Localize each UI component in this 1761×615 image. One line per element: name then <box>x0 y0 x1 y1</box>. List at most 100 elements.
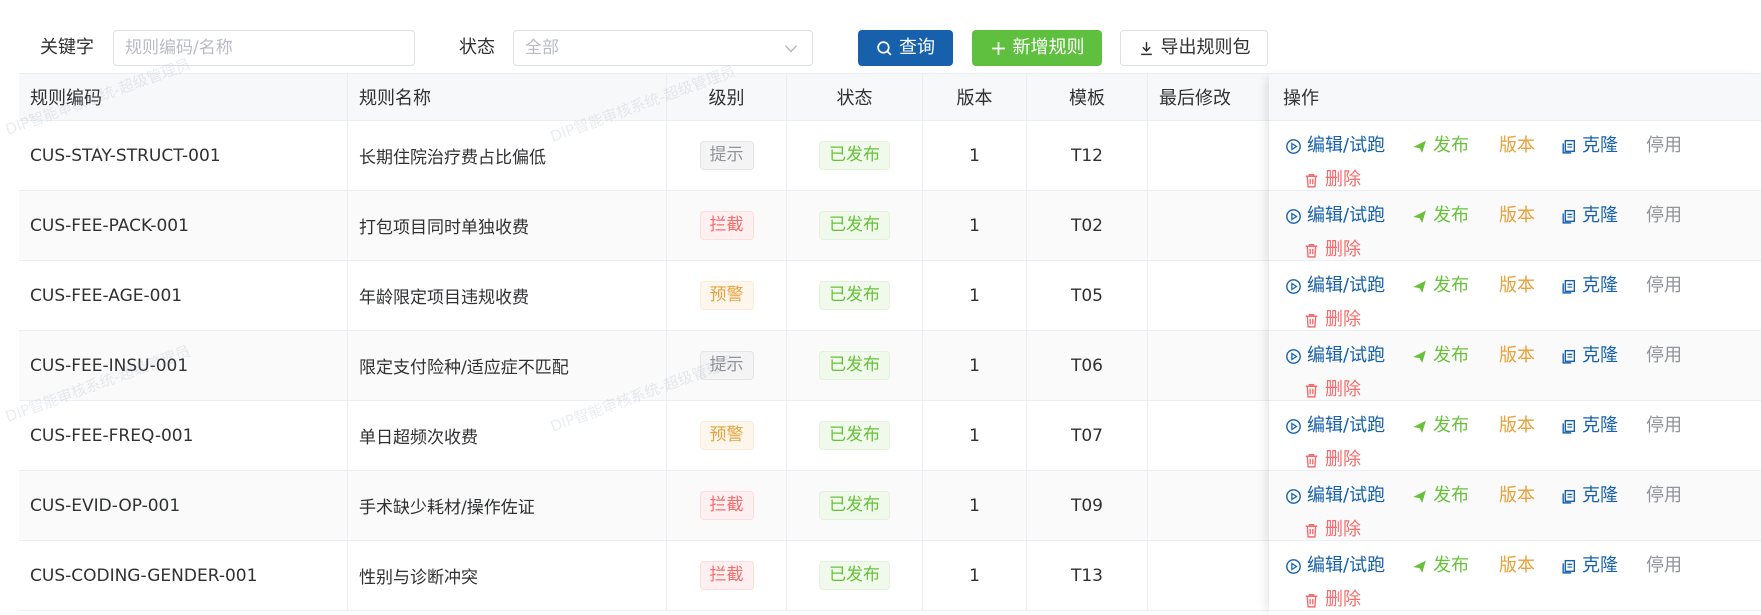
edit-trial-label: 编辑/试跑 <box>1307 345 1386 366</box>
version-link[interactable]: 版本 <box>1499 135 1535 157</box>
disable-link[interactable]: 停用 <box>1646 205 1682 227</box>
version-cell: 1 <box>923 331 1027 400</box>
level-badge: 拦截 <box>699 491 754 520</box>
operations-row: 编辑/试跑 发布 版本 克隆 停用删除 <box>1269 191 1761 261</box>
delete-link[interactable]: 删除 <box>1303 169 1361 191</box>
status-cell: 已发布 <box>787 541 923 610</box>
version-link[interactable]: 版本 <box>1499 345 1535 367</box>
last-modified-cell <box>1148 121 1288 190</box>
disable-label: 停用 <box>1646 555 1682 576</box>
level-cell: 拦截 <box>667 541 787 610</box>
clone-link[interactable]: 克隆 <box>1560 485 1618 507</box>
status-select[interactable]: 全部 <box>513 30 813 66</box>
search-icon <box>877 40 892 55</box>
keyword-input[interactable]: 规则编码/名称 <box>113 30 415 66</box>
disable-link[interactable]: 停用 <box>1646 485 1682 507</box>
send-icon <box>1413 280 1426 293</box>
version-link[interactable]: 版本 <box>1499 275 1535 297</box>
edit-trial-label: 编辑/试跑 <box>1307 135 1386 156</box>
level-cell: 预警 <box>667 401 787 470</box>
edit-trial-link[interactable]: 编辑/试跑 <box>1285 485 1385 507</box>
publish-label: 发布 <box>1433 415 1469 436</box>
rule-name-cell: 长期住院治疗费占比偏低 <box>348 121 667 190</box>
delete-link[interactable]: 删除 <box>1303 309 1361 331</box>
status-badge: 已发布 <box>819 211 890 240</box>
column-header-version[interactable]: 版本 <box>923 74 1027 120</box>
column-header-code[interactable]: 规则编码 <box>19 74 348 120</box>
edit-trial-link[interactable]: 编辑/试跑 <box>1285 275 1385 297</box>
column-header-name[interactable]: 规则名称 <box>348 74 667 120</box>
trash-icon <box>1305 313 1318 328</box>
send-icon <box>1413 560 1426 573</box>
publish-link[interactable]: 发布 <box>1411 485 1469 507</box>
clone-link[interactable]: 克隆 <box>1560 275 1618 297</box>
template-cell: T09 <box>1027 471 1148 540</box>
export-rule-package-button[interactable]: 导出规则包 <box>1120 30 1268 66</box>
publish-link[interactable]: 发布 <box>1411 205 1469 227</box>
edit-trial-link[interactable]: 编辑/试跑 <box>1285 135 1385 157</box>
version-cell: 1 <box>923 471 1027 540</box>
version-link[interactable]: 版本 <box>1499 485 1535 507</box>
operations-row: 编辑/试跑 发布 版本 克隆 停用删除 <box>1269 401 1761 471</box>
disable-label: 停用 <box>1646 485 1682 506</box>
send-icon <box>1413 140 1426 153</box>
column-header-level[interactable]: 级别 <box>667 74 787 120</box>
disable-link[interactable]: 停用 <box>1646 275 1682 297</box>
level-cell: 拦截 <box>667 471 787 540</box>
column-header-template[interactable]: 模板 <box>1027 74 1148 120</box>
version-cell: 1 <box>923 541 1027 610</box>
rule-name-cell: 年龄限定项目违规收费 <box>348 261 667 330</box>
add-rule-button-label: 新增规则 <box>1012 37 1085 58</box>
edit-trial-link[interactable]: 编辑/试跑 <box>1285 345 1385 367</box>
edit-trial-link[interactable]: 编辑/试跑 <box>1285 415 1385 437</box>
publish-link[interactable]: 发布 <box>1411 135 1469 157</box>
delete-link[interactable]: 删除 <box>1303 449 1361 471</box>
delete-label: 删除 <box>1325 449 1361 470</box>
column-header-last-modified[interactable]: 最后修改 <box>1148 74 1288 120</box>
clone-link[interactable]: 克隆 <box>1560 415 1618 437</box>
version-link[interactable]: 版本 <box>1499 205 1535 227</box>
clone-link[interactable]: 克隆 <box>1560 135 1618 157</box>
level-badge: 提示 <box>699 351 754 380</box>
clone-link[interactable]: 克隆 <box>1560 205 1618 227</box>
edit-trial-link[interactable]: 编辑/试跑 <box>1285 555 1385 577</box>
last-modified-cell <box>1148 331 1288 400</box>
rule-code-cell: CUS-FEE-FREQ-001 <box>19 401 348 470</box>
template-cell: T05 <box>1027 261 1148 330</box>
trash-icon <box>1305 453 1318 468</box>
clone-link[interactable]: 克隆 <box>1560 555 1618 577</box>
search-button[interactable]: 查询 <box>858 30 953 66</box>
status-badge: 已发布 <box>819 351 890 380</box>
publish-link[interactable]: 发布 <box>1411 275 1469 297</box>
last-modified-cell <box>1148 191 1288 260</box>
delete-link[interactable]: 删除 <box>1303 379 1361 401</box>
delete-link[interactable]: 删除 <box>1303 589 1361 611</box>
edit-trial-link[interactable]: 编辑/试跑 <box>1285 205 1385 227</box>
publish-label: 发布 <box>1433 485 1469 506</box>
filter-toolbar: 关键字 规则编码/名称 状态 全部 查询 新增规则 导出规则包 <box>0 0 1761 72</box>
plus-icon <box>991 41 1005 55</box>
publish-link[interactable]: 发布 <box>1411 415 1469 437</box>
add-rule-button[interactable]: 新增规则 <box>972 30 1102 66</box>
disable-link[interactable]: 停用 <box>1646 345 1682 367</box>
disable-link[interactable]: 停用 <box>1646 555 1682 577</box>
version-label: 版本 <box>1499 555 1535 576</box>
delete-link[interactable]: 删除 <box>1303 239 1361 261</box>
publish-label: 发布 <box>1433 205 1469 226</box>
status-cell: 已发布 <box>787 121 923 190</box>
publish-link[interactable]: 发布 <box>1411 345 1469 367</box>
send-icon <box>1413 490 1426 503</box>
play-circle-icon <box>1286 208 1301 224</box>
rule-code-cell: CUS-FEE-AGE-001 <box>19 261 348 330</box>
version-link[interactable]: 版本 <box>1499 415 1535 437</box>
edit-trial-label: 编辑/试跑 <box>1307 485 1386 506</box>
column-header-status[interactable]: 状态 <box>787 74 923 120</box>
clone-link[interactable]: 克隆 <box>1560 345 1618 367</box>
version-link[interactable]: 版本 <box>1499 555 1535 577</box>
disable-link[interactable]: 停用 <box>1646 135 1682 157</box>
disable-link[interactable]: 停用 <box>1646 415 1682 437</box>
delete-link[interactable]: 删除 <box>1303 519 1361 541</box>
level-cell: 提示 <box>667 121 787 190</box>
publish-link[interactable]: 发布 <box>1411 555 1469 577</box>
publish-label: 发布 <box>1433 345 1469 366</box>
